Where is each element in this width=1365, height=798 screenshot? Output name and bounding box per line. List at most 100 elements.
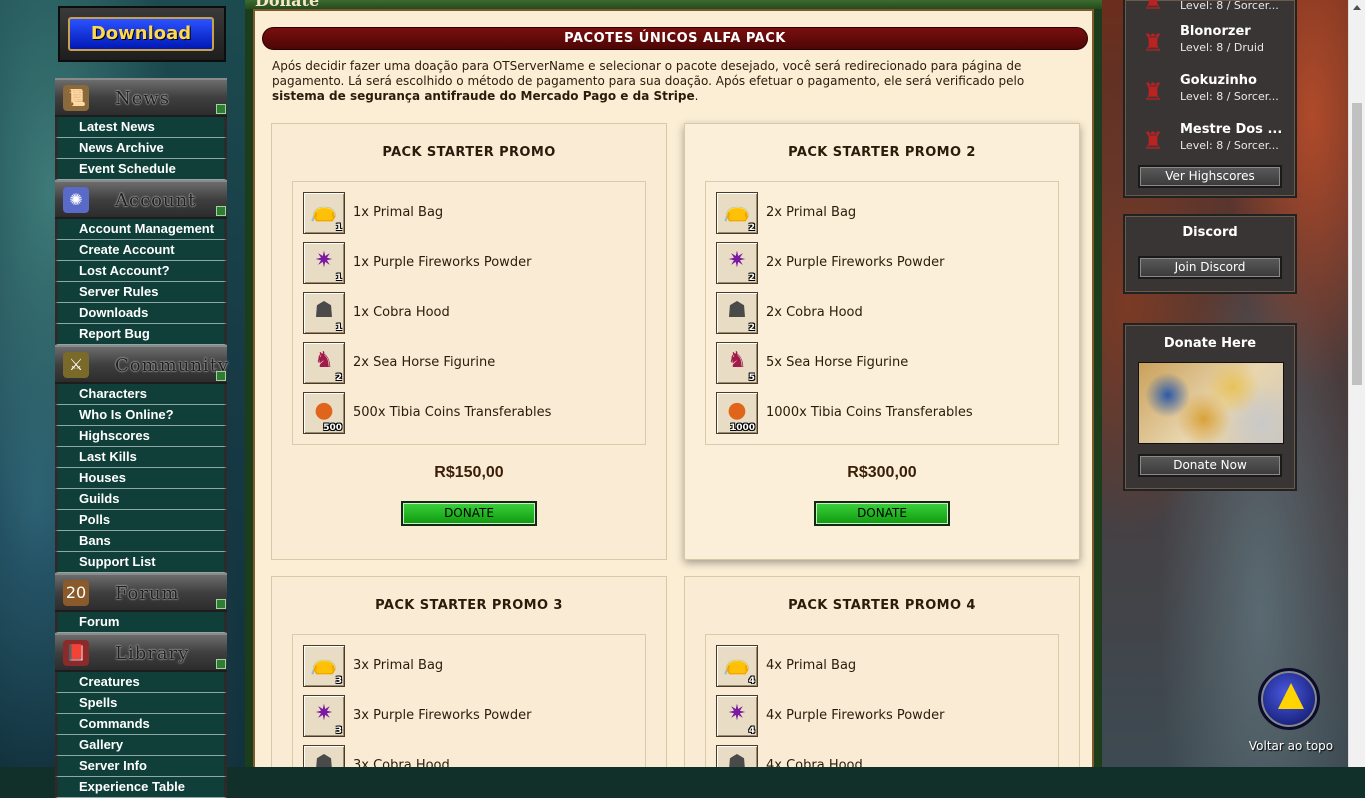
scroll-up-arrow-icon[interactable] xyxy=(1353,5,1361,10)
donate-here-title: Donate Here xyxy=(1163,336,1257,351)
pack-items-list: 👝 3 3x Primal Bag ✷ 3 3x Purple Fireworks Pow… xyxy=(292,634,646,767)
highscore-player-name: Gokuzinho xyxy=(1180,73,1257,88)
item-name: 4x Purple Fireworks Powder xyxy=(766,708,945,723)
donate-button[interactable]: DONATE xyxy=(814,501,950,526)
view-highscores-button[interactable]: Ver Highscores xyxy=(1138,165,1282,188)
purple-powder-icon: ✷ xyxy=(314,248,334,273)
character-outfit-icon: ♜ xyxy=(1142,0,1164,15)
highscore-row[interactable]: ♜ Mestre Dos ... Level: 8 / Sorcer... xyxy=(1137,120,1287,164)
highscore-row[interactable]: ♜ Blonorzer Level: 8 / Druid xyxy=(1137,22,1287,66)
item-count: 500 xyxy=(323,423,342,433)
pack-item: ☗4 4x Cobra Hood xyxy=(716,745,1046,767)
menu-item-gallery[interactable]: Gallery xyxy=(55,735,227,756)
page-scrollbar[interactable] xyxy=(1348,0,1365,767)
menu-header-label: Forum xyxy=(115,583,180,604)
pack-item: ☗3 3x Cobra Hood xyxy=(303,745,633,767)
menu-item-news-archive[interactable]: News Archive xyxy=(55,138,227,159)
menu-item-downloads[interactable]: Downloads xyxy=(55,303,227,324)
menu-header-label: News xyxy=(115,88,171,109)
content-header-strip: Donate xyxy=(245,0,1102,10)
menu-item-houses[interactable]: Houses xyxy=(55,468,227,489)
menu-item-event-schedule[interactable]: Event Schedule xyxy=(55,159,227,180)
pack-item: ● 1000 1000x Tibia Coins Transferables xyxy=(716,392,1046,436)
expand-icon[interactable] xyxy=(216,206,226,216)
pack-title: PACK STARTER PROMO 3 xyxy=(375,598,563,613)
item-count: 2 xyxy=(335,373,342,383)
scrollbar-thumb[interactable] xyxy=(1352,103,1362,385)
highscore-player-level: Level: 8 / Sorcer... xyxy=(1180,90,1279,103)
donate-scene-image[interactable] xyxy=(1138,362,1284,444)
menu-item-create-account[interactable]: Create Account xyxy=(55,240,227,261)
community-icon: ⚔ xyxy=(63,352,89,378)
donation-pack-card: PACK STARTER PROMO 👝 1 1x Primal Bag ✷ 1 1x Pu… xyxy=(271,123,667,560)
item-slot: ☗ 1 xyxy=(303,292,345,334)
highscore-player-name: Blonorzer xyxy=(1180,24,1251,39)
pack-item: ✷ 4 4x Purple Fireworks Powder xyxy=(716,695,1046,739)
expand-icon[interactable] xyxy=(216,599,226,609)
pack-item: ♞ 5 5x Sea Horse Figurine xyxy=(716,342,1046,386)
item-name: 2x Cobra Hood xyxy=(766,305,863,320)
menu-header-label: Library xyxy=(115,643,190,664)
primal-bag-icon: 👝 xyxy=(310,198,338,223)
menu-item-bans[interactable]: Bans xyxy=(55,531,227,552)
menu-item-last-kills[interactable]: Last Kills xyxy=(55,447,227,468)
expand-icon[interactable] xyxy=(216,104,226,114)
purple-powder-icon: ✷ xyxy=(314,701,334,726)
donate-now-button[interactable]: Donate Now xyxy=(1138,454,1282,477)
item-slot: ☗4 xyxy=(716,745,758,767)
menu-item-experience-table[interactable]: Experience Table xyxy=(55,777,227,798)
highscore-row-partial[interactable]: ♜ Level: 8 / Sorcer... xyxy=(1137,0,1287,24)
purple-powder-icon: ✷ xyxy=(727,701,747,726)
magic-orb-icon: ✺ xyxy=(63,187,89,213)
download-button[interactable]: Download xyxy=(68,17,214,51)
menu-header-library[interactable]: 📕 Library xyxy=(55,633,227,672)
primal-bag-icon: 👝 xyxy=(310,651,338,676)
pack-title: PACK STARTER PROMO 4 xyxy=(788,598,976,613)
menu-item-highscores[interactable]: Highscores xyxy=(55,426,227,447)
menu-item-characters[interactable]: Characters xyxy=(55,384,227,405)
pack-price: R$300,00 xyxy=(847,464,917,481)
main-content-area: Donate PACOTES ÚNICOS ALFA PACK Após dec… xyxy=(245,0,1102,767)
item-slot: ♞ 5 xyxy=(716,342,758,384)
item-name: 1x Primal Bag xyxy=(353,205,444,220)
menu-header-account[interactable]: ✺ Account xyxy=(55,180,227,219)
expand-icon[interactable] xyxy=(216,659,226,669)
expand-icon[interactable] xyxy=(216,371,226,381)
menu-item-polls[interactable]: Polls xyxy=(55,510,227,531)
item-name: 1x Cobra Hood xyxy=(353,305,450,320)
donate-button[interactable]: DONATE xyxy=(401,501,537,526)
menu-item-lost-account[interactable]: Lost Account? xyxy=(55,261,227,282)
item-count: 1 xyxy=(335,223,342,233)
intro-text-bold: sistema de segurança antifraude do Merca… xyxy=(272,89,695,103)
menu-header-forum[interactable]: 20 Forum xyxy=(55,573,227,612)
menu-item-creatures[interactable]: Creatures xyxy=(55,672,227,693)
menu-header-news[interactable]: 📜 News xyxy=(55,78,227,117)
character-outfit-icon: ♜ xyxy=(1142,127,1164,155)
discord-title: Discord xyxy=(1182,225,1238,240)
highscore-row[interactable]: ♜ Gokuzinho Level: 8 / Sorcer... xyxy=(1137,71,1287,115)
menu-item-commands[interactable]: Commands xyxy=(55,714,227,735)
item-name: 2x Purple Fireworks Powder xyxy=(766,255,945,270)
menu-item-latest-news[interactable]: Latest News xyxy=(55,117,227,138)
menu-header-community[interactable]: ⚔ Community xyxy=(55,345,228,384)
menu-item-guilds[interactable]: Guilds xyxy=(55,489,227,510)
d20-icon: 20 xyxy=(63,580,89,606)
menu-item-forum[interactable]: Forum xyxy=(55,612,227,633)
menu-item-support-list[interactable]: Support List xyxy=(55,552,227,573)
donation-pack-card: PACK STARTER PROMO 3 👝 3 3x Primal Bag ✷ 3 3x … xyxy=(271,576,667,767)
cobra-hood-icon: ☗ xyxy=(727,298,747,323)
book-icon: 📕 xyxy=(63,640,89,666)
join-discord-button[interactable]: Join Discord xyxy=(1138,256,1282,279)
menu-item-who-is-online[interactable]: Who Is Online? xyxy=(55,405,227,426)
cobra-hood-icon: ☗ xyxy=(314,298,334,323)
menu-item-account-management[interactable]: Account Management xyxy=(55,219,227,240)
item-slot: ✷ 4 xyxy=(716,695,758,737)
menu-item-server-rules[interactable]: Server Rules xyxy=(55,282,227,303)
item-slot: ✷ 2 xyxy=(716,242,758,284)
item-slot: ● 1000 xyxy=(716,392,758,434)
menu-item-spells[interactable]: Spells xyxy=(55,693,227,714)
highscores-box: ♜ Level: 8 / Sorcer... ♜ Blonorzer Level: … xyxy=(1123,0,1297,198)
back-to-top-button[interactable]: Voltar ao topo xyxy=(1247,668,1335,758)
content-panel: PACOTES ÚNICOS ALFA PACK Após decidir fa… xyxy=(253,9,1094,767)
menu-item-report-bug[interactable]: Report Bug xyxy=(55,324,227,345)
